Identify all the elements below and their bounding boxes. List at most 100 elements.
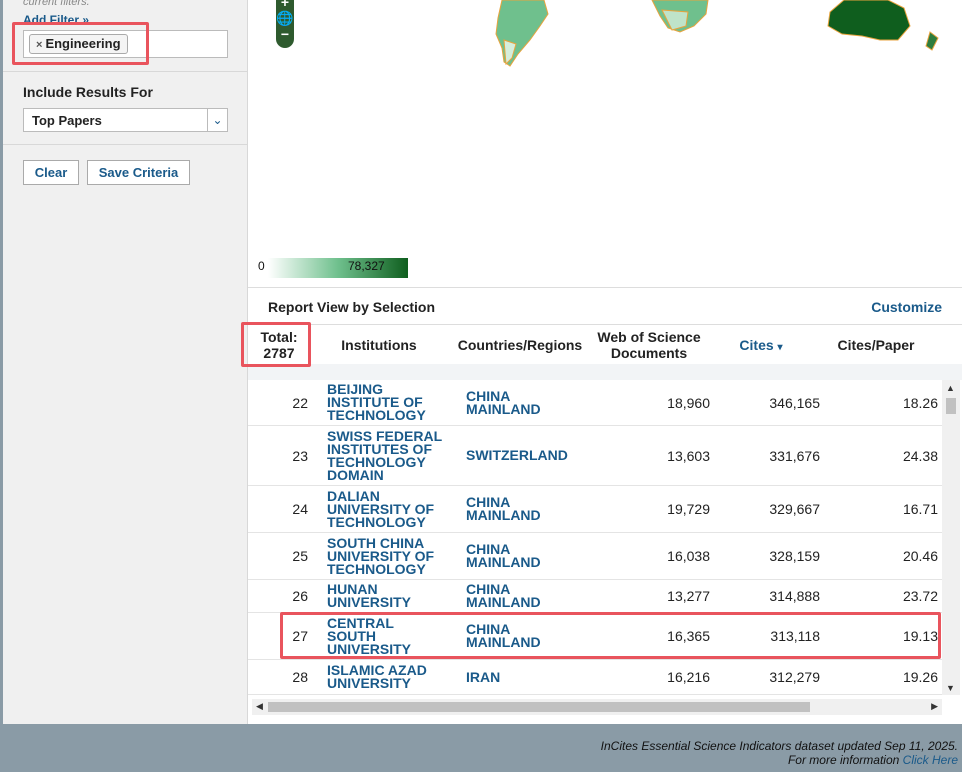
south-america-shape <box>495 0 549 67</box>
table-row[interactable]: 22 BEIJING INSTITUTE OF TECHNOLOGY CHINA MAIN… <box>248 380 942 426</box>
institution-link[interactable]: ISLAMIC AZAD UNIVERSITY <box>327 660 457 694</box>
row-rank: 22 <box>292 394 308 411</box>
cites-value: 313,118 <box>770 628 820 644</box>
horizontal-scrollbar[interactable]: ◀ ▶ <box>252 699 942 715</box>
total-count: Total: 2787 <box>260 329 298 361</box>
cites-value: 312,279 <box>769 669 820 685</box>
cites-value: 331,676 <box>769 447 820 464</box>
divider <box>3 144 248 145</box>
wos-documents-value: 13,603 <box>667 447 710 464</box>
clear-button[interactable]: Clear <box>23 160 79 185</box>
cites-per-paper-value: 24.38 <box>902 447 938 464</box>
cites-per-paper-value: 16.71 <box>902 501 938 517</box>
column-cites-per-paper[interactable]: Cites/Paper <box>828 337 924 353</box>
remove-filter-icon[interactable]: × <box>36 39 42 51</box>
row-rank: 24 <box>292 501 308 517</box>
app-window: current filters. Add Filter » × Engineeri… <box>3 0 962 724</box>
cites-value: 328,159 <box>769 548 820 564</box>
table-row[interactable]: 28 ISLAMIC AZAD UNIVERSITY IRAN 16,216 312,27… <box>248 660 942 695</box>
country-link[interactable]: CHINA MAINLAND <box>466 533 596 579</box>
wos-documents-value: 19,729 <box>667 501 710 517</box>
legend-min-value: 0 <box>258 259 265 273</box>
country-link[interactable]: IRAN <box>466 660 596 694</box>
scroll-up-icon[interactable]: ▲ <box>946 383 955 393</box>
header-stripe <box>248 364 962 380</box>
include-results-title: Include Results For <box>23 84 153 100</box>
row-rank: 25 <box>292 548 308 564</box>
column-wos-documents[interactable]: Web of Science Documents <box>594 329 704 361</box>
table-row[interactable]: 25 SOUTH CHINA UNIVERSITY OF TECHNOLOGY CHIN… <box>248 533 942 580</box>
table-row[interactable]: 23 SWISS FEDERAL INSTITUTES OF TECHNOLOGY DO… <box>248 426 942 486</box>
row-rank: 28 <box>292 669 308 685</box>
sort-desc-icon: ▾ <box>777 342 783 353</box>
cites-value: 346,165 <box>769 394 820 411</box>
filter-chip-label: Engineering <box>45 36 121 51</box>
include-results-value: Top Papers <box>32 113 102 128</box>
more-info-text: For more information <box>787 753 900 767</box>
scroll-right-icon[interactable]: ▶ <box>931 701 938 712</box>
cites-per-paper-value: 18.26 <box>902 394 938 411</box>
results-table-body: 22 BEIJING INSTITUTE OF TECHNOLOGY CHINA MAIN… <box>248 380 942 695</box>
country-link[interactable]: SWITZERLAND <box>466 426 596 485</box>
vertical-scrollbar[interactable]: ▲ ▼ <box>942 380 960 695</box>
institution-link[interactable]: CENTRAL SOUTH UNIVERSITY <box>327 613 457 659</box>
wos-documents-value: 16,216 <box>667 669 710 685</box>
table-row[interactable]: 27 CENTRAL SOUTH UNIVERSITY CHINA MAINLAND 16,… <box>248 613 942 660</box>
scroll-left-icon[interactable]: ◀ <box>256 701 263 712</box>
scroll-thumb[interactable] <box>946 398 956 414</box>
map-canvas <box>495 0 939 67</box>
table-row[interactable]: 26 HUNAN UNIVERSITY CHINA MAINLAND 13,277 314,… <box>248 580 942 613</box>
add-filter-link[interactable]: Add Filter » <box>23 13 89 27</box>
wos-documents-value: 16,038 <box>667 548 710 564</box>
row-rank: 27 <box>292 628 308 644</box>
country-link[interactable]: CHINA MAINLAND <box>466 380 596 425</box>
column-institutions[interactable]: Institutions <box>338 337 420 353</box>
world-map[interactable]: + 🌐 − 0 78,327 <box>248 0 962 288</box>
cites-per-paper-value: 23.72 <box>902 588 938 604</box>
map-zoom-control: + 🌐 − <box>276 0 294 48</box>
wos-documents-value: 16,365 <box>667 628 710 644</box>
column-cites[interactable]: Cites ▾ <box>736 337 786 356</box>
institution-link[interactable]: SWISS FEDERAL INSTITUTES OF TECHNOLOGY DOMA… <box>327 426 457 485</box>
save-criteria-button[interactable]: Save Criteria <box>87 160 190 185</box>
australia-shape <box>827 0 911 41</box>
report-view-title: Report View by Selection <box>268 299 436 315</box>
cites-value: 329,667 <box>769 501 820 517</box>
scroll-down-icon[interactable]: ▼ <box>946 683 955 693</box>
institution-link[interactable]: DALIAN UNIVERSITY OF TECHNOLOGY <box>327 486 457 532</box>
country-link[interactable]: CHINA MAINLAND <box>466 486 596 532</box>
institution-link[interactable]: HUNAN UNIVERSITY <box>327 580 457 612</box>
current-filters-box: × Engineering <box>23 30 228 58</box>
cites-value: 314,888 <box>769 588 820 604</box>
cites-per-paper-value: 19.26 <box>902 669 938 685</box>
cites-per-paper-value: 20.46 <box>902 548 938 564</box>
country-link[interactable]: CHINA MAINLAND <box>466 580 596 612</box>
scroll-thumb[interactable] <box>268 702 810 712</box>
chevron-down-icon[interactable]: ⌄ <box>207 109 227 131</box>
legend-max-value: 78,327 <box>348 259 385 273</box>
include-results-select[interactable]: Top Papers ⌄ <box>23 108 228 132</box>
map-legend-gradient <box>268 258 408 278</box>
institution-link[interactable]: SOUTH CHINA UNIVERSITY OF TECHNOLOGY <box>327 533 457 579</box>
row-rank: 26 <box>292 588 308 604</box>
divider <box>3 71 248 72</box>
zoom-in-button[interactable]: + <box>276 0 294 10</box>
wos-documents-value: 18,960 <box>667 394 710 411</box>
new-zealand-shape <box>925 31 939 51</box>
wos-documents-value: 13,277 <box>667 588 710 604</box>
filters-note: current filters. <box>23 0 90 8</box>
column-countries[interactable]: Countries/Regions <box>456 337 584 353</box>
dataset-update-text: InCites Essential Science Indicators dat… <box>600 739 958 753</box>
filter-chip-engineering[interactable]: × Engineering <box>29 34 128 54</box>
zoom-out-button[interactable]: − <box>276 26 294 42</box>
institution-link[interactable]: BEIJING INSTITUTE OF TECHNOLOGY <box>327 380 457 425</box>
footer: InCites Essential Science Indicators dat… <box>601 739 958 767</box>
filter-sidebar: current filters. Add Filter » × Engineeri… <box>3 0 248 724</box>
row-rank: 23 <box>292 447 308 464</box>
globe-icon[interactable]: 🌐 <box>276 10 294 26</box>
click-here-link[interactable]: Click Here <box>903 753 958 767</box>
customize-link[interactable]: Customize <box>871 299 942 315</box>
country-link[interactable]: CHINA MAINLAND <box>466 613 596 659</box>
table-row[interactable]: 24 DALIAN UNIVERSITY OF TECHNOLOGY CHINA MAIN… <box>248 486 942 533</box>
table-header: Total: 2787 Institutions Countries/Region… <box>248 324 962 364</box>
